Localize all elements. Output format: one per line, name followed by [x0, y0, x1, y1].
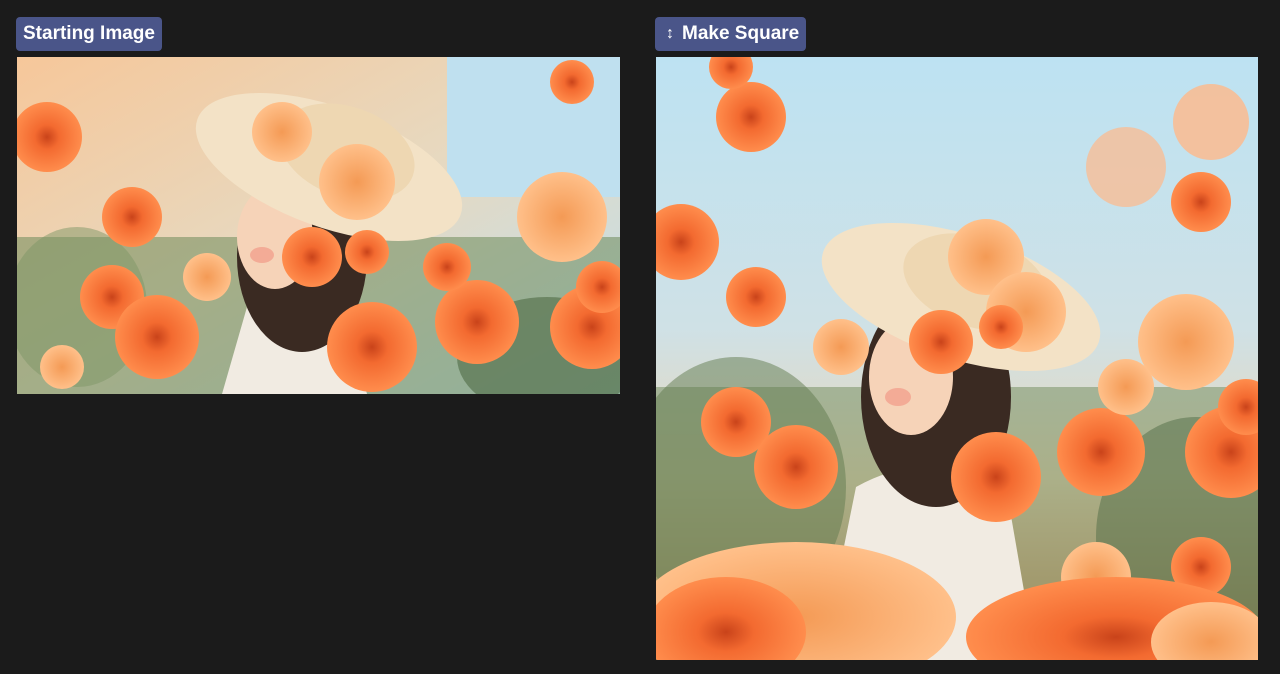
poppy-field-girl-image: [17, 57, 620, 394]
vertical-resize-icon: ↕: [666, 25, 674, 42]
make-square-label-text: Make Square: [682, 23, 800, 44]
starting-image-label-text: Starting Image: [23, 23, 155, 44]
make-square-panel: ↕ Make Square: [655, 17, 1259, 660]
poppy-field-girl-square-image: [656, 57, 1258, 660]
starting-image[interactable]: [17, 57, 620, 394]
make-square-label[interactable]: ↕ Make Square: [655, 17, 807, 51]
starting-image-label[interactable]: Starting Image: [16, 17, 162, 51]
make-square-image[interactable]: [656, 57, 1258, 660]
starting-image-panel: Starting Image: [16, 17, 620, 394]
